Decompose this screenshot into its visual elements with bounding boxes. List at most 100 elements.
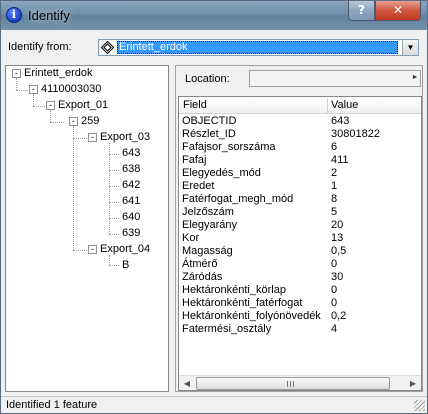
value-cell: 30 <box>331 271 344 283</box>
layer-icon <box>101 41 114 54</box>
tree-line <box>109 255 110 265</box>
table-row[interactable]: Jelzőszám 5 <box>179 206 421 219</box>
value-cell: 643 <box>331 115 350 127</box>
field-cell: Hektáronkénti_folyónövedék <box>182 310 321 322</box>
tree-node-259[interactable]: 259 <box>81 115 99 128</box>
table-row[interactable]: Elegyarány 20 <box>179 219 421 232</box>
field-cell: Fatermési_osztály <box>182 323 272 335</box>
collapse-icon[interactable]: - <box>88 245 97 254</box>
value-cell: 6 <box>331 141 338 153</box>
scroll-right-icon[interactable]: ▶ <box>405 376 421 390</box>
title-bar[interactable]: i Identify ? ✕ <box>1 1 427 30</box>
column-header-value[interactable]: Value <box>331 99 358 111</box>
tree-line <box>33 94 34 106</box>
field-cell: Fafaj <box>182 154 207 166</box>
value-cell: 2 <box>331 167 338 179</box>
value-cell: 5 <box>331 206 338 218</box>
help-button[interactable]: ? <box>348 1 375 21</box>
value-cell: 13 <box>331 232 344 244</box>
value-cell: 4 <box>331 323 338 335</box>
value-cell: 411 <box>331 154 349 166</box>
table-row[interactable]: Kor 13 <box>179 232 421 245</box>
table-row[interactable]: Hektáronkénti_folyónövedék 0,2 <box>179 310 421 323</box>
collapse-icon[interactable]: - <box>12 69 21 78</box>
window-title: Identify <box>28 8 70 23</box>
resize-grip-icon[interactable] <box>414 400 425 411</box>
attributes-table[interactable]: Field Value OBJECTID 643 Részlet_ID 308018… <box>178 96 422 391</box>
tree-line <box>109 234 119 235</box>
horizontal-scrollbar[interactable]: ◀ ▶ <box>179 375 421 390</box>
collapse-icon[interactable]: - <box>88 133 97 142</box>
table-row[interactable]: Fafajsor_sorszáma 6 <box>179 141 421 154</box>
tree-node-feature[interactable]: B <box>122 259 129 272</box>
tree-line <box>73 250 87 251</box>
field-cell: Hektáronkénti_körlap <box>182 284 286 296</box>
field-cell: Hektáronkénti_fatérfogat <box>182 297 303 309</box>
status-bar: Identified 1 feature <box>1 396 427 413</box>
table-row[interactable]: Részlet_ID 30801822 <box>179 128 421 141</box>
collapse-icon[interactable]: - <box>46 101 55 110</box>
value-cell: 0 <box>331 258 338 270</box>
field-cell: Elegyedés_mód <box>182 167 261 179</box>
value-cell: 1 <box>331 180 338 192</box>
identify-from-dropdown[interactable]: Erintett_erdok ▼ <box>98 39 419 56</box>
table-row[interactable]: Fatérfogat_megh_mód 8 <box>179 193 421 206</box>
column-divider[interactable] <box>327 98 328 113</box>
results-tree[interactable]: - - - - - - Erintett_erdok 4110003030 Ex… <box>5 65 169 392</box>
collapse-icon[interactable]: - <box>69 117 78 126</box>
value-cell: 0,5 <box>331 245 347 257</box>
table-header: Field Value <box>179 97 421 114</box>
field-cell: Záródás <box>182 271 223 283</box>
column-header-field[interactable]: Field <box>183 99 207 111</box>
tree-node-export-03[interactable]: Export_03 <box>100 131 150 144</box>
value-cell: 8 <box>331 193 338 205</box>
tree-node-feature[interactable]: 639 <box>122 227 140 240</box>
tree-node-id[interactable]: 4110003030 <box>41 83 101 96</box>
field-cell: Eredet <box>182 180 215 192</box>
grip-icon <box>287 381 296 387</box>
tree-node-layer[interactable]: Erintett_erdok <box>24 67 92 80</box>
identify-window: i Identify ? ✕ Identify from: Erintett_e… <box>0 0 428 414</box>
tree-node-export-04[interactable]: Export_04 <box>100 243 150 256</box>
value-cell: 0,2 <box>331 310 347 322</box>
tree-line <box>16 78 17 90</box>
table-row[interactable]: Elegyedés_mód 2 <box>179 167 421 180</box>
scrollbar-thumb[interactable] <box>196 377 390 390</box>
tree-line <box>109 202 119 203</box>
field-cell: Kor <box>182 232 200 244</box>
table-row[interactable]: Átmérő 0 <box>179 258 421 271</box>
scroll-right-icon[interactable]: ► <box>411 72 419 85</box>
table-row[interactable]: OBJECTID 643 <box>179 115 421 128</box>
tree-node-feature[interactable]: 638 <box>122 163 140 176</box>
tree-node-feature[interactable]: 640 <box>122 211 140 224</box>
table-row[interactable]: Hektáronkénti_fatérfogat 0 <box>179 297 421 310</box>
chevron-down-icon[interactable]: ▼ <box>402 40 418 55</box>
location-field[interactable]: ► <box>249 70 421 87</box>
collapse-icon[interactable]: - <box>29 85 38 94</box>
tree-line <box>73 126 74 250</box>
status-text: Identified 1 feature <box>6 399 98 411</box>
field-cell: Fatérfogat_megh_mód <box>182 193 294 205</box>
tree-line <box>109 265 119 266</box>
tree-line <box>109 154 119 155</box>
value-cell: 0 <box>331 297 338 309</box>
tree-node-feature[interactable]: 643 <box>122 147 140 160</box>
tree-line <box>73 138 87 139</box>
table-row[interactable]: Hektáronkénti_körlap 0 <box>179 284 421 297</box>
scroll-left-icon[interactable]: ◀ <box>179 376 195 390</box>
tree-line <box>50 110 51 122</box>
close-button[interactable]: ✕ <box>375 1 421 21</box>
tree-line <box>50 122 64 123</box>
tree-node-export-01[interactable]: Export_01 <box>58 99 108 112</box>
tree-node-feature[interactable]: 641 <box>122 195 140 208</box>
table-row[interactable]: Eredet 1 <box>179 180 421 193</box>
tree-line <box>33 106 47 107</box>
table-row[interactable]: Magasság 0,5 <box>179 245 421 258</box>
value-cell: 0 <box>331 284 338 296</box>
table-row[interactable]: Záródás 30 <box>179 271 421 284</box>
tree-node-feature[interactable]: 642 <box>122 179 140 192</box>
tree-line <box>109 218 119 219</box>
value-cell: 30801822 <box>331 128 380 140</box>
table-row[interactable]: Fafaj 411 <box>179 154 421 167</box>
table-row[interactable]: Fatermési_osztály 4 <box>179 323 421 336</box>
